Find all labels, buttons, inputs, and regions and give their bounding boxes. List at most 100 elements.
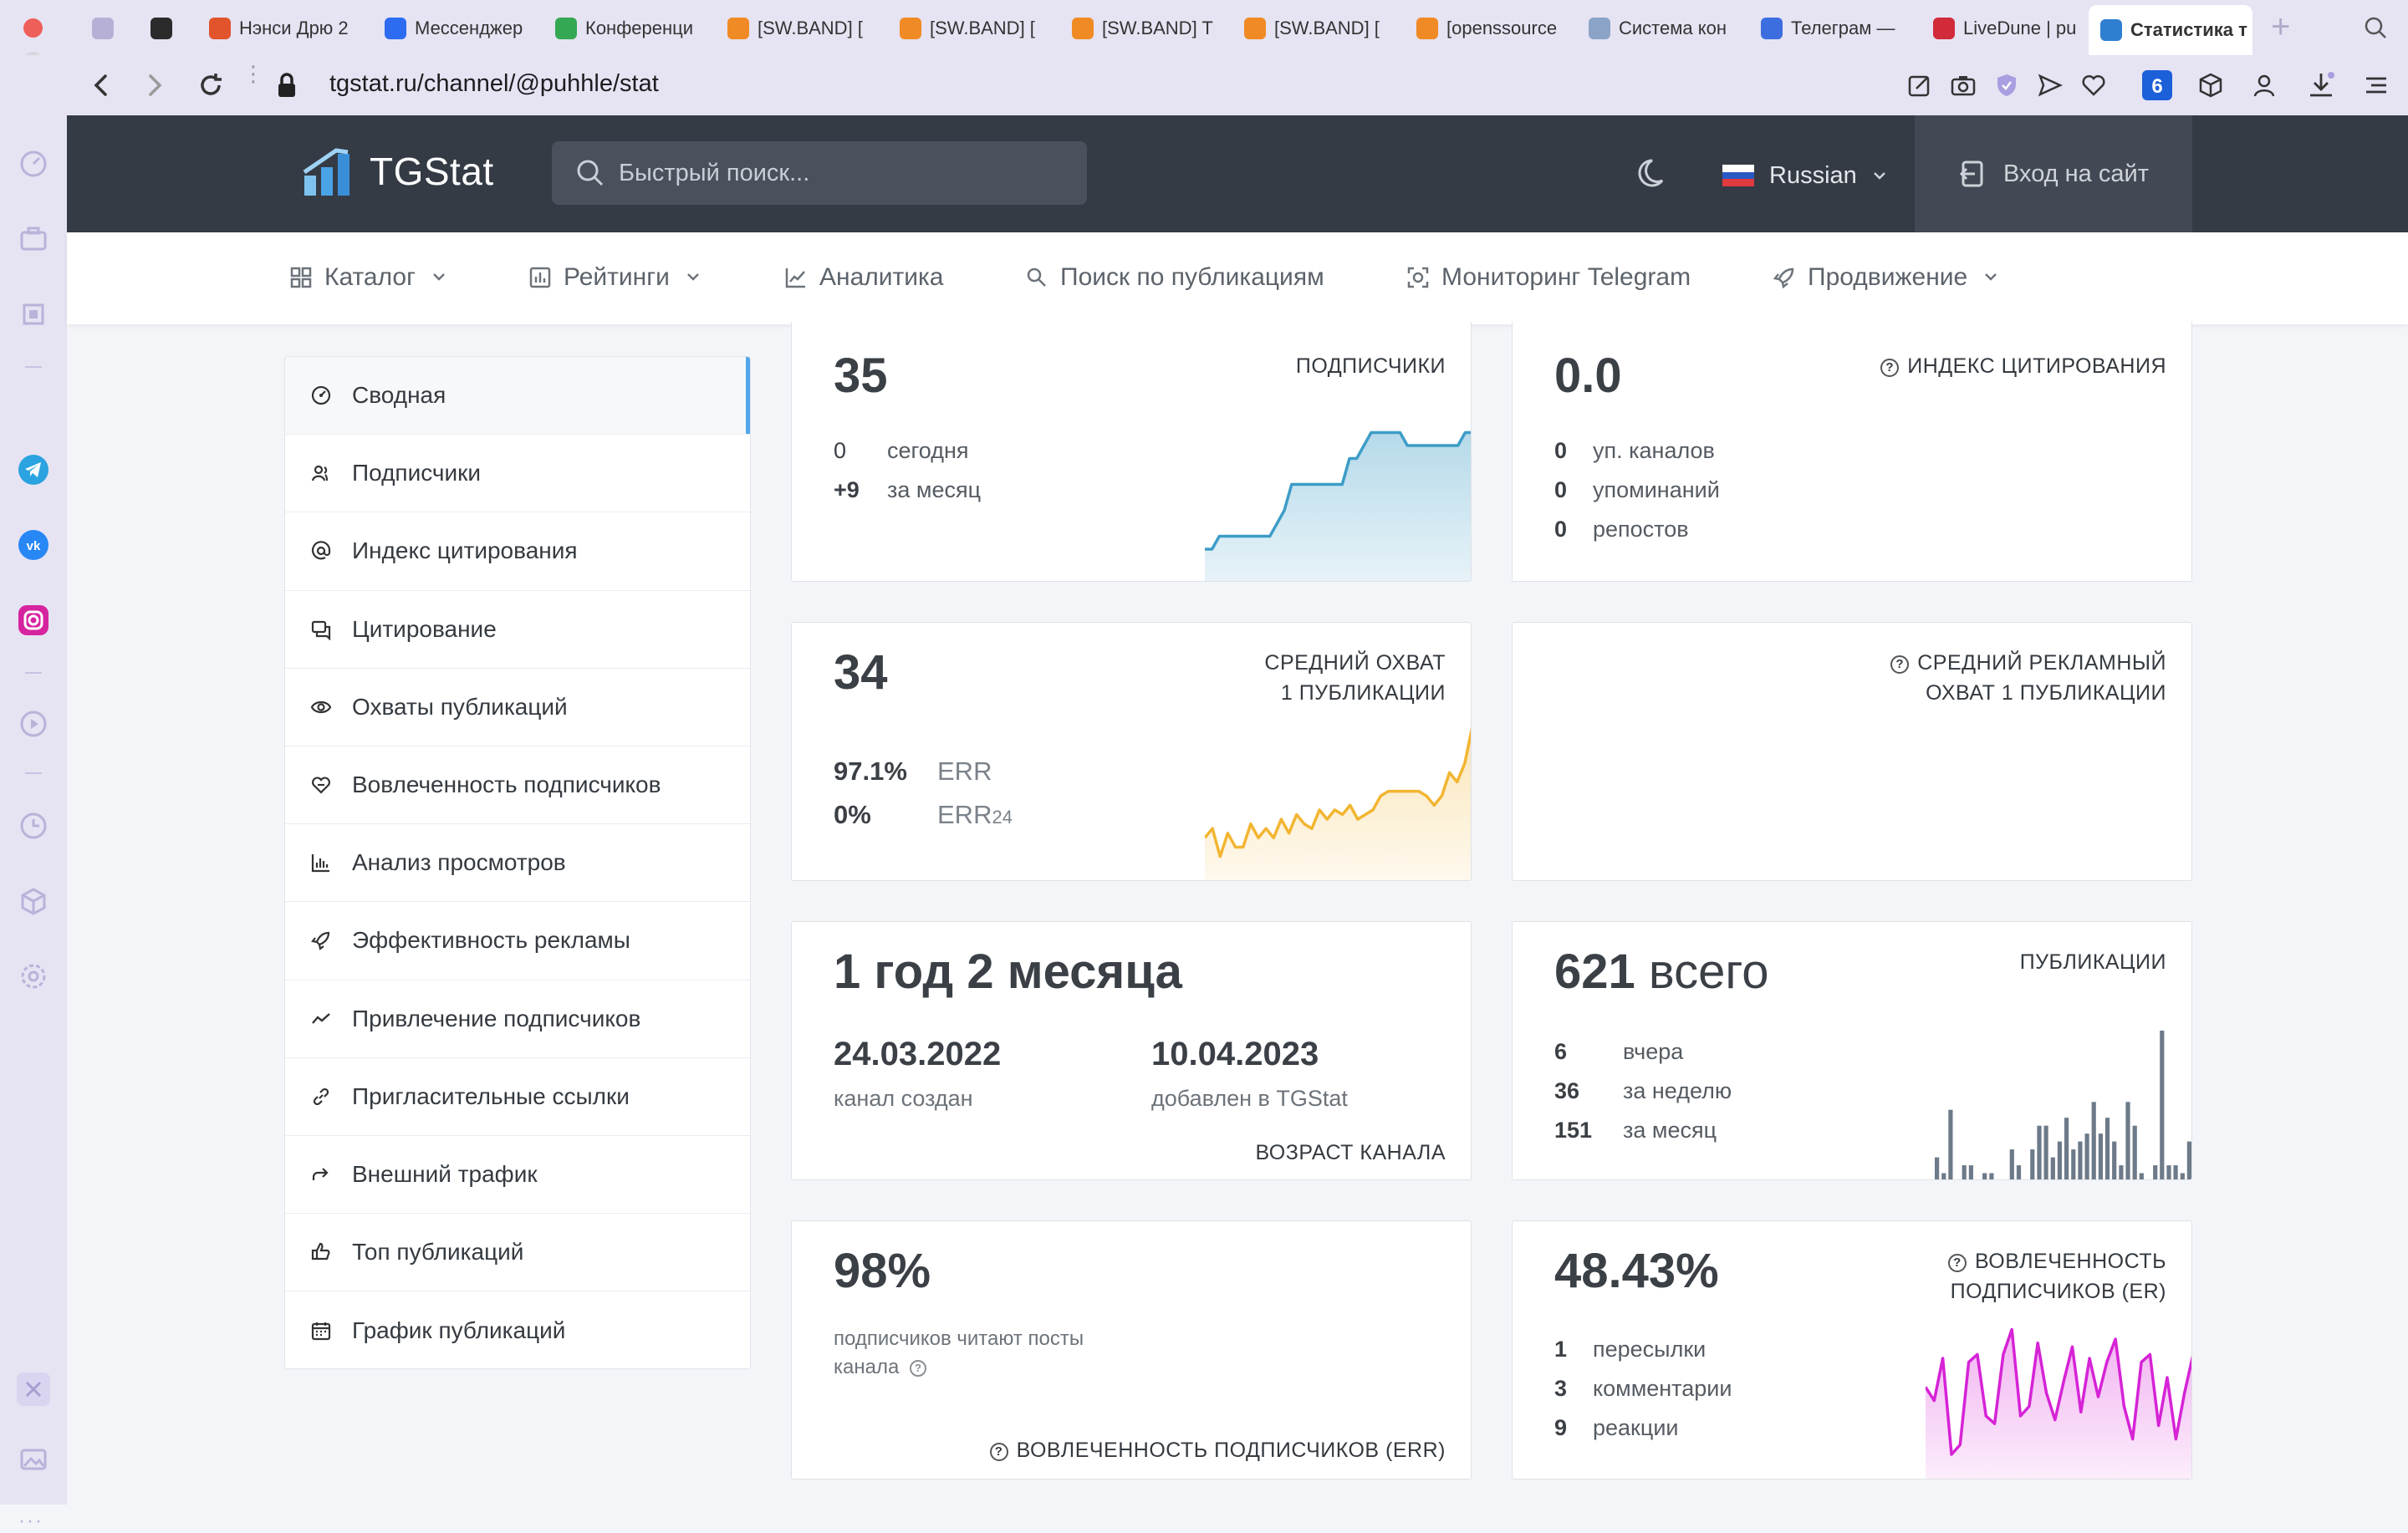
- er-row-value: 9: [1554, 1415, 1568, 1440]
- nav-promotion[interactable]: Продвижение: [1773, 259, 2002, 296]
- nav-monitoring[interactable]: Мониторинг Telegram: [1406, 259, 1691, 296]
- average-ad-reach-card[interactable]: ? СРЕДНИЙ РЕКЛАМНЫЙ ОХВАТ 1 ПУБЛИКАЦИИ: [1512, 622, 2192, 881]
- browser-tab[interactable]: [SW.BAND] [: [716, 8, 880, 48]
- image-icon[interactable]: [17, 1443, 50, 1476]
- vk-icon[interactable]: vk: [17, 528, 50, 562]
- svg-text:vk: vk: [27, 539, 41, 553]
- channel-age-card[interactable]: 1 год 2 месяца 24.03.2022 канал создан 1…: [791, 921, 1472, 1180]
- average-reach-value: 34: [834, 645, 888, 700]
- posts-bar: [1956, 1179, 1960, 1180]
- browser-tab[interactable]: Телеграм —: [1749, 8, 1913, 48]
- nav-catalog[interactable]: Каталог: [289, 259, 451, 296]
- browser-tab[interactable]: [139, 8, 189, 48]
- help-icon[interactable]: ?: [989, 1443, 1008, 1461]
- help-icon[interactable]: ?: [1890, 655, 1910, 674]
- help-icon[interactable]: ?: [1880, 359, 1900, 377]
- browser-tab[interactable]: Статистика т: [2089, 5, 2252, 55]
- average-reach-label: СРЕДНИЙ ОХВАТ 1 ПУБЛИКАЦИИ: [1264, 648, 1446, 708]
- shield-icon[interactable]: [1993, 72, 2020, 99]
- dark-mode-toggle-icon[interactable]: [1637, 155, 1672, 191]
- extension-6-icon[interactable]: 6: [2142, 70, 2172, 100]
- send-icon[interactable]: [2037, 72, 2064, 99]
- tools-icon[interactable]: [17, 1373, 50, 1406]
- tgstat-logo-icon[interactable]: [303, 147, 358, 197]
- link-icon: [313, 1087, 329, 1105]
- sidebar-toggle-icon[interactable]: [2363, 72, 2390, 99]
- site-logo[interactable]: TGStat: [370, 149, 494, 194]
- browser-tab[interactable]: Мессенджер: [373, 8, 537, 48]
- download-icon[interactable]: [2306, 70, 2336, 100]
- menu-item-8[interactable]: Привлечение подписчиков: [285, 980, 750, 1058]
- posts-card[interactable]: 621 всего ПУБЛИКАЦИИ 6 вчера 36 за неделю …: [1512, 921, 2192, 1180]
- back-icon[interactable]: [87, 70, 117, 100]
- player-icon[interactable]: [17, 707, 50, 741]
- settings-icon[interactable]: [17, 960, 50, 993]
- search-tabs-icon[interactable]: [2363, 15, 2388, 40]
- new-tab-button[interactable]: +: [2271, 7, 2290, 47]
- browser-tab[interactable]: LiveDune | pu: [1921, 8, 2080, 48]
- citation-index-card[interactable]: 0.0 ? ИНДЕКС ЦИТИРОВАНИЯ 0 уп. каналов 0 уп…: [1512, 321, 2192, 582]
- chip-icon[interactable]: [17, 298, 50, 331]
- sidebar-divider: [25, 672, 42, 674]
- menu-item-3[interactable]: Цитирование: [285, 591, 750, 669]
- monitor-icon: [1407, 267, 1429, 288]
- nav-post-search[interactable]: Поиск по публикациям: [1025, 259, 1324, 296]
- help-icon[interactable]: ?: [1947, 1254, 1967, 1272]
- menu-item-1[interactable]: Подписчики: [285, 435, 750, 513]
- svg-text:6: 6: [2151, 75, 2162, 98]
- cube-icon[interactable]: [2197, 72, 2224, 99]
- browser-tab-label: Система кон: [1619, 18, 1727, 38]
- reload-icon[interactable]: [196, 70, 226, 100]
- briefcase-icon[interactable]: [17, 222, 50, 256]
- average-reach-card[interactable]: 34 СРЕДНИЙ ОХВАТ 1 ПУБЛИКАЦИИ 97.1% ERR …: [791, 622, 1472, 881]
- browser-tab[interactable]: Нэнси Дрю 2: [197, 8, 365, 48]
- posts-bar: [2043, 1125, 2048, 1179]
- menu-item-4[interactable]: Охваты публикаций: [285, 669, 750, 746]
- url-field[interactable]: tgstat.ru/channel/@puhhle/stat: [329, 70, 659, 98]
- browser-tab[interactable]: Система кон: [1577, 8, 1741, 48]
- browser-tab[interactable]: [SW.BAND] T: [1060, 8, 1224, 48]
- browser-tab[interactable]: [80, 8, 130, 48]
- nav-ratings[interactable]: Рейтинги: [528, 259, 705, 296]
- menu-item-6[interactable]: Анализ просмотров: [285, 824, 750, 903]
- search-input[interactable]: Быстрый поиск...: [552, 141, 1087, 205]
- login-button[interactable]: Вход на сайт: [1915, 115, 2192, 232]
- instagram-icon[interactable]: [17, 604, 50, 637]
- close-window-button[interactable]: [23, 18, 43, 38]
- browser-tab[interactable]: [SW.BAND] [: [888, 8, 1052, 48]
- rocket-icon: [1773, 267, 1794, 289]
- language-selector[interactable]: Russian: [1722, 159, 1887, 192]
- browser-tab[interactable]: [SW.BAND] [: [1232, 8, 1396, 48]
- menu-item-10[interactable]: Внешний трафик: [285, 1136, 750, 1215]
- nav-analytics[interactable]: Аналитика: [784, 259, 944, 296]
- menu-item-2[interactable]: Индекс цитирования: [285, 512, 750, 591]
- average-ad-reach-label-line1: СРЕДНИЙ РЕКЛАМНЫЙ: [1917, 651, 2166, 675]
- browser-tab[interactable]: Конференци: [543, 8, 707, 48]
- menu-item-7[interactable]: Эффективность рекламы: [285, 902, 750, 980]
- menu-item-12[interactable]: График публикаций: [285, 1291, 750, 1368]
- channel-age-value: 1 год 2 месяца: [834, 945, 1182, 999]
- browser-tab-label: [SW.BAND] [: [930, 18, 1035, 38]
- menu-item-11[interactable]: Топ публикаций: [285, 1214, 750, 1292]
- speed-dial-icon[interactable]: [17, 147, 50, 181]
- engagement-rate-card[interactable]: 48.43% ? ВОВЛЕЧЕННОСТЬ ПОДПИСЧИКОВ (ER) 1…: [1512, 1220, 2192, 1480]
- menu-dots-icon[interactable]: ⋮: [242, 63, 264, 84]
- forward-icon[interactable]: [139, 70, 169, 100]
- er-row-label: пересылки: [1593, 1337, 1707, 1362]
- menu-item-9[interactable]: Пригласительные ссылки: [285, 1058, 750, 1136]
- edit-page-icon[interactable]: [1906, 72, 1933, 99]
- posts-bar: [2139, 1173, 2144, 1179]
- help-icon[interactable]: ?: [910, 1360, 926, 1377]
- telegram-icon[interactable]: [17, 453, 50, 486]
- subscribers-card[interactable]: 35 ПОДПИСЧИКИ 0 сегодня +9 за месяц: [791, 321, 1472, 582]
- read-share-card[interactable]: 98% подписчиков читают посты канала ? ? В…: [791, 1220, 1472, 1480]
- profile-icon[interactable]: [2251, 72, 2278, 99]
- heart-icon[interactable]: [2080, 72, 2107, 99]
- more-icon[interactable]: ···: [18, 1510, 43, 1533]
- camera-icon[interactable]: [1950, 72, 1977, 99]
- menu-item-0[interactable]: Сводная: [285, 357, 750, 435]
- history-icon[interactable]: [17, 809, 50, 843]
- browser-tab[interactable]: [openssource: [1405, 8, 1569, 48]
- menu-item-5[interactable]: Вовлеченность подписчиков: [285, 746, 750, 825]
- box-icon[interactable]: [17, 884, 50, 918]
